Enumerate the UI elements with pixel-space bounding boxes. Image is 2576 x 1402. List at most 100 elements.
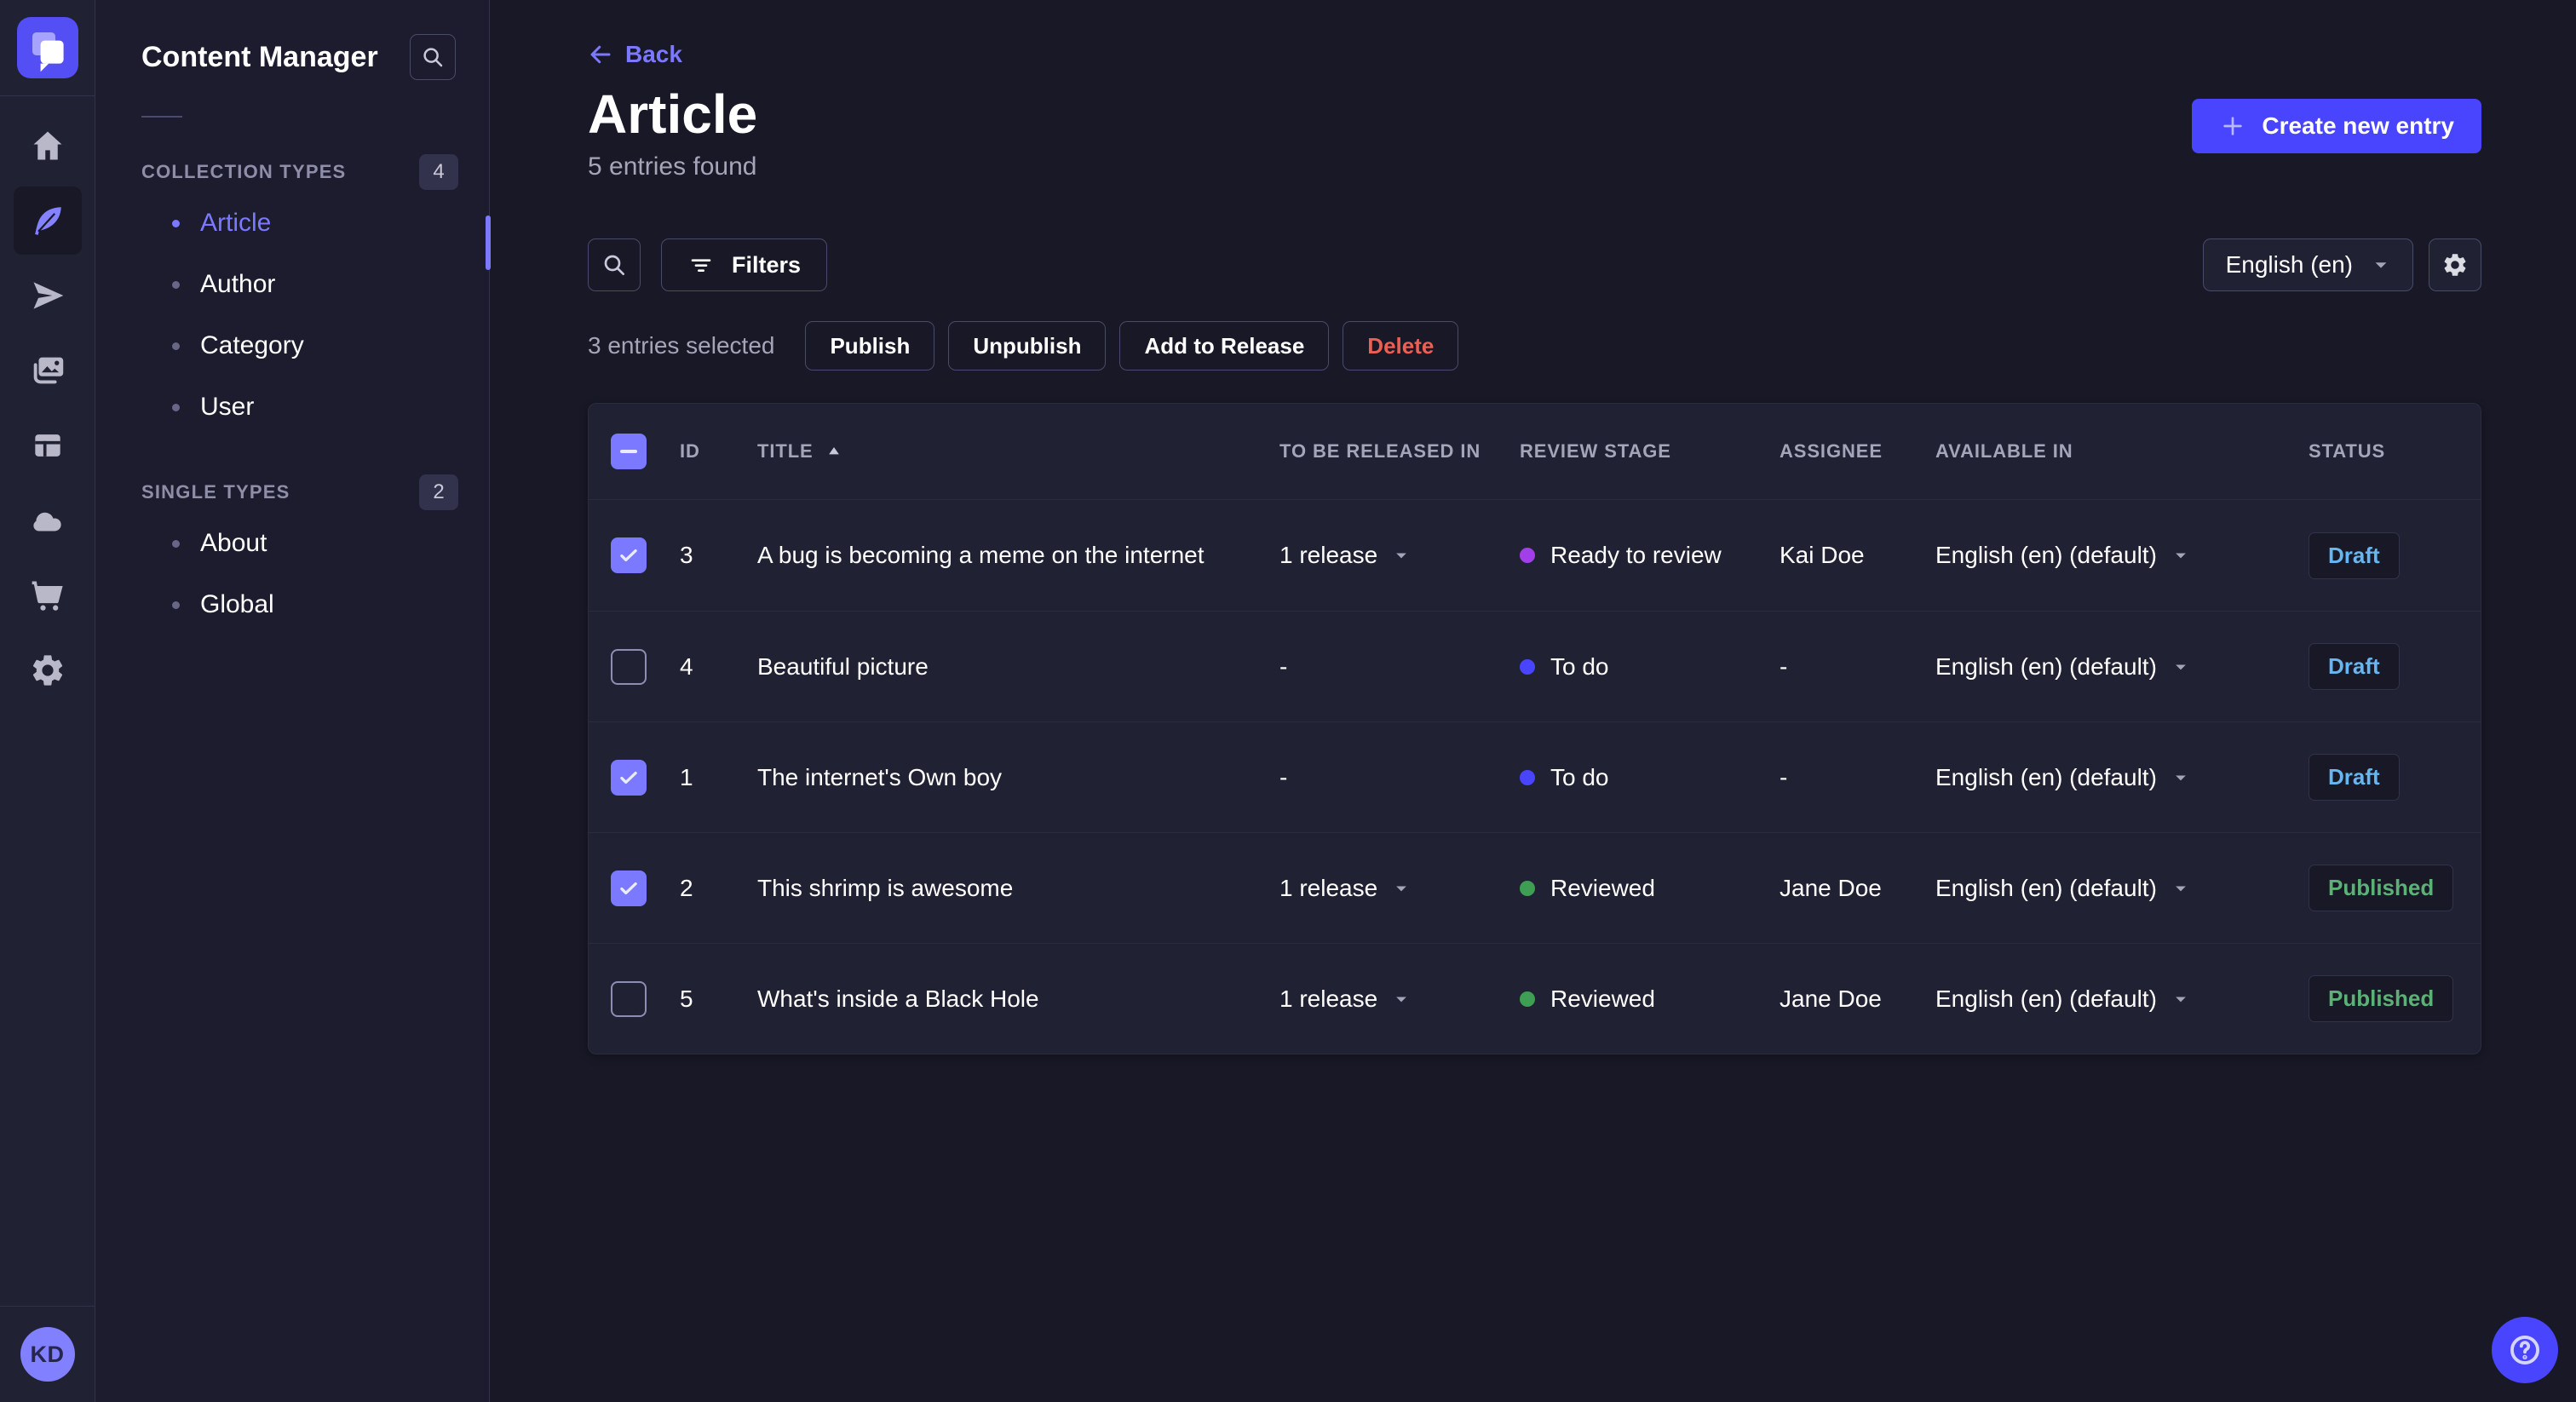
sidebar-title: Content Manager <box>141 40 378 73</box>
cloud-icon[interactable] <box>20 493 75 548</box>
unpublish-button[interactable]: Unpublish <box>948 321 1107 371</box>
delete-button[interactable]: Delete <box>1343 321 1459 371</box>
arrow-left-icon <box>590 45 611 64</box>
filters-label: Filters <box>732 251 802 278</box>
cell-id: 1 <box>680 763 693 790</box>
help-button[interactable] <box>2492 1317 2558 1383</box>
content-manager-feather-icon[interactable] <box>13 187 82 255</box>
table-row: 5 What's inside a Black Hole 1 release R… <box>589 943 2481 1054</box>
row-checkbox[interactable] <box>611 537 647 573</box>
cell-assignee: - <box>1780 652 1788 680</box>
table-row: 2 This shrimp is awesome 1 release Revie… <box>589 832 2481 943</box>
strapi-logo-icon[interactable] <box>16 17 78 78</box>
locale-caret[interactable] <box>2172 880 2189 897</box>
stage-dot-icon <box>1520 658 1535 675</box>
indeterminate-dash-icon <box>620 450 637 453</box>
home-icon[interactable] <box>20 118 75 173</box>
sidebar-item-author[interactable]: Author <box>95 254 489 315</box>
filters-button[interactable]: Filters <box>661 238 828 291</box>
cell-available-in[interactable]: English (en) (default) <box>1935 653 2309 681</box>
sidebar-item-category[interactable]: Category <box>95 315 489 376</box>
column-header-stage[interactable]: REVIEW STAGE <box>1520 440 1780 463</box>
select-all-checkbox[interactable] <box>611 434 647 469</box>
create-new-entry-button[interactable]: Create new entry <box>2192 99 2481 153</box>
cell-available-in[interactable]: English (en) (default) <box>1935 985 2309 1013</box>
cell-title[interactable]: This shrimp is awesome <box>757 875 1279 902</box>
locale-text: English (en) (default) <box>1935 542 2157 568</box>
filter-icon <box>691 259 711 272</box>
column-header-available[interactable]: AVAILABLE IN <box>1935 440 2309 463</box>
cell-available-in[interactable]: English (en) (default) <box>1935 764 2309 791</box>
cell-title[interactable]: Beautiful picture <box>757 653 1279 681</box>
row-checkbox[interactable] <box>611 648 647 685</box>
cell-review-stage: To do <box>1520 764 1780 791</box>
search-button[interactable] <box>588 238 641 291</box>
status-badge: Draft <box>2309 754 2400 801</box>
cell-title[interactable]: What's inside a Black Hole <box>757 985 1279 1013</box>
chevron-down-icon <box>2375 262 2387 268</box>
row-checkbox[interactable] <box>611 980 647 1017</box>
locale-select[interactable]: English (en) <box>2202 238 2413 291</box>
column-header-assignee[interactable]: ASSIGNEE <box>1780 440 1935 463</box>
back-label: Back <box>625 41 682 67</box>
cell-release[interactable]: 1 release <box>1279 875 1520 902</box>
locale-caret[interactable] <box>2172 658 2189 675</box>
table-row: 3 A bug is becoming a meme on the intern… <box>589 500 2481 611</box>
locale-caret[interactable] <box>2172 991 2189 1008</box>
back-link[interactable]: Back <box>588 37 682 72</box>
cell-release[interactable]: 1 release <box>1279 542 1520 569</box>
sidebar-divider <box>141 116 182 118</box>
row-checkbox[interactable] <box>611 759 647 796</box>
cell-title[interactable]: A bug is becoming a meme on the internet <box>757 542 1279 569</box>
sidebar-item-label: User <box>200 393 255 421</box>
column-header-title[interactable]: TITLE <box>757 440 1279 463</box>
settings-gear-icon[interactable] <box>20 643 75 698</box>
cell-available-in[interactable]: English (en) (default) <box>1935 875 2309 902</box>
media-library-icon[interactable] <box>20 343 75 398</box>
view-settings-button[interactable] <box>2429 238 2481 291</box>
marketplace-cart-icon[interactable] <box>20 568 75 623</box>
sidebar-item-label: Global <box>200 590 274 618</box>
cell-id: 2 <box>680 874 693 901</box>
releases-paper-plane-icon[interactable] <box>20 268 75 323</box>
bullet-icon <box>172 539 180 548</box>
column-header-id[interactable]: ID <box>680 440 757 463</box>
table-body: 3 A bug is becoming a meme on the intern… <box>589 500 2481 1054</box>
sidebar-search-button[interactable] <box>410 34 456 80</box>
cell-review-stage: Reviewed <box>1520 875 1780 902</box>
cell-title[interactable]: The internet's Own boy <box>757 764 1279 791</box>
cell-id: 3 <box>680 542 693 568</box>
user-avatar[interactable]: KD <box>20 1327 75 1382</box>
status-badge: Published <box>2309 975 2454 1022</box>
release-caret[interactable] <box>1393 880 1410 897</box>
locale-caret[interactable] <box>2172 769 2189 786</box>
sidebar-item-article[interactable]: Article <box>95 192 489 254</box>
question-circle-icon <box>2510 1336 2539 1365</box>
add-to-release-button[interactable]: Add to Release <box>1119 321 1330 371</box>
locale-caret[interactable] <box>2172 547 2189 564</box>
status-badge: Draft <box>2309 531 2400 579</box>
column-header-release[interactable]: TO BE RELEASED IN <box>1279 440 1520 463</box>
sidebar-item-about[interactable]: About <box>95 513 489 574</box>
check-icon <box>620 549 637 562</box>
publish-button[interactable]: Publish <box>805 321 935 371</box>
content-type-builder-icon[interactable] <box>20 418 75 473</box>
release-text: 1 release <box>1279 542 1378 568</box>
sidebar-item-user[interactable]: User <box>95 376 489 438</box>
release-caret[interactable] <box>1393 547 1410 564</box>
stage-text: To do <box>1550 763 1609 790</box>
cell-available-in[interactable]: English (en) (default) <box>1935 542 2309 569</box>
stage-text: Reviewed <box>1550 985 1655 1012</box>
table-row: 1 The internet's Own boy - To do - Engli… <box>589 721 2481 832</box>
stage-text: Ready to review <box>1550 542 1722 568</box>
stage-dot-icon <box>1520 769 1535 785</box>
column-header-status[interactable]: STATUS <box>2309 440 2481 463</box>
cell-release[interactable]: - <box>1279 653 1520 681</box>
release-caret[interactable] <box>1393 991 1410 1008</box>
locale-text: English (en) (default) <box>1935 652 2157 680</box>
sidebar-item-global[interactable]: Global <box>95 574 489 635</box>
cell-release[interactable]: 1 release <box>1279 985 1520 1013</box>
row-checkbox[interactable] <box>611 870 647 906</box>
logo-wrap <box>0 0 95 96</box>
cell-release[interactable]: - <box>1279 764 1520 791</box>
